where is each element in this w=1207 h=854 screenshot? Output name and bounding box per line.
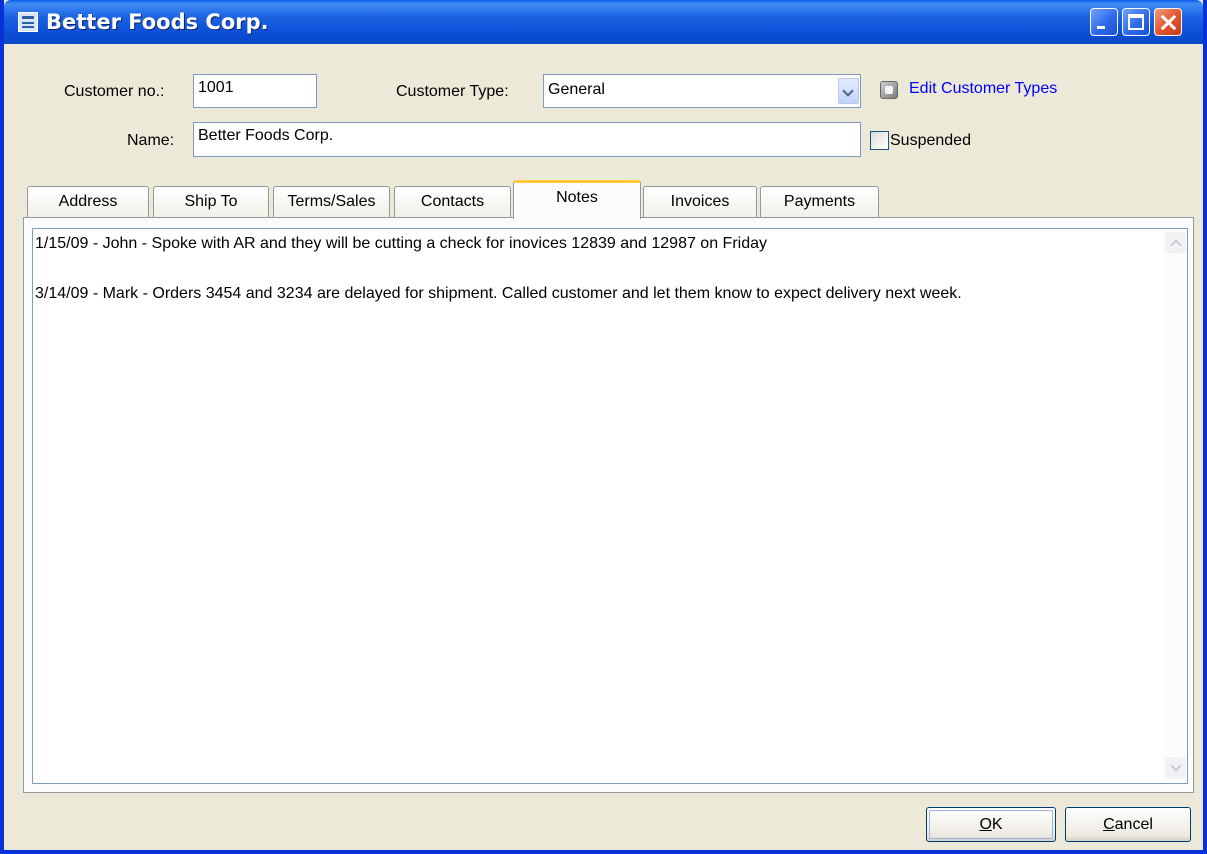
suspended-checkbox[interactable] [870, 131, 889, 150]
tab-payments[interactable]: Payments [760, 186, 879, 218]
notes-content: 1/15/09 - John - Spoke with AR and they … [35, 234, 1159, 304]
tab-address[interactable]: Address [27, 186, 149, 218]
cancel-mnemonic: C [1103, 816, 1115, 833]
scroll-down-icon[interactable] [1165, 757, 1186, 778]
tab-ship-to[interactable]: Ship To [153, 186, 269, 218]
customer-window: Better Foods Corp. Customer no.: 1001 Cu… [0, 0, 1207, 854]
window-title: Better Foods Corp. [46, 10, 269, 34]
customer-type-label: Customer Type: [396, 83, 509, 100]
name-label: Name: [127, 132, 175, 149]
customer-type-combo[interactable]: General [543, 74, 861, 108]
title-bar[interactable]: Better Foods Corp. [4, 0, 1203, 44]
vertical-scrollbar[interactable] [1163, 229, 1187, 783]
edit-customer-types-link[interactable]: Edit Customer Types [909, 80, 1057, 98]
edit-types-icon[interactable] [880, 81, 898, 99]
tab-contacts[interactable]: Contacts [394, 186, 511, 218]
ok-label-rest: K [991, 816, 1003, 833]
note-line: 1/15/09 - John - Spoke with AR and they … [35, 235, 767, 252]
name-field[interactable]: Better Foods Corp. [193, 122, 861, 157]
tab-notes[interactable]: Notes [513, 180, 641, 219]
minimize-button[interactable] [1090, 8, 1118, 36]
notes-textarea[interactable]: 1/15/09 - John - Spoke with AR and they … [32, 228, 1188, 784]
customer-no-field[interactable]: 1001 [193, 74, 317, 108]
suspended-label[interactable]: Suspended [890, 132, 971, 150]
note-line: 3/14/09 - Mark - Orders 3454 and 3234 ar… [35, 285, 962, 302]
app-icon[interactable] [18, 12, 38, 32]
customer-type-value: General [548, 81, 605, 98]
tab-invoices[interactable]: Invoices [643, 186, 757, 218]
scroll-up-icon[interactable] [1165, 232, 1186, 253]
customer-no-label: Customer no.: [64, 83, 165, 100]
maximize-button[interactable] [1122, 8, 1150, 36]
ok-button[interactable]: OK [926, 807, 1056, 842]
close-button[interactable] [1154, 8, 1182, 36]
chevron-down-icon[interactable] [838, 78, 859, 104]
ok-mnemonic: O [979, 816, 992, 833]
cancel-button[interactable]: Cancel [1065, 807, 1191, 842]
cancel-label-rest: ancel [1114, 816, 1153, 833]
tab-terms-sales[interactable]: Terms/Sales [273, 186, 390, 218]
